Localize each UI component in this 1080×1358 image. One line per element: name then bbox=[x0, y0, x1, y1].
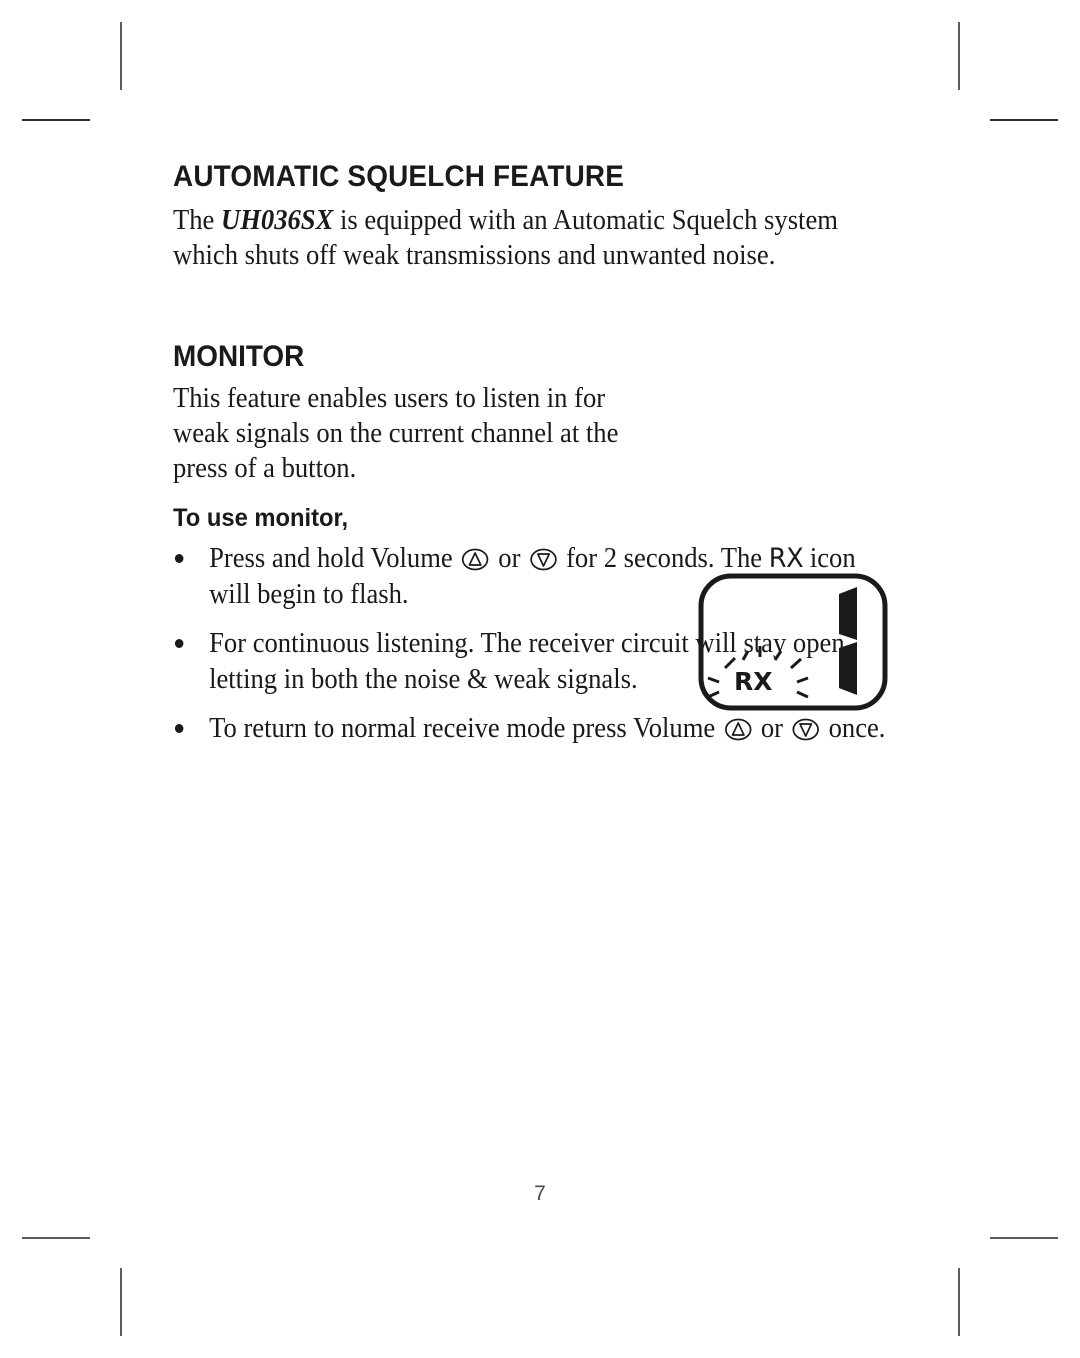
crop-mark-top-left-vertical bbox=[120, 22, 122, 90]
step-3-text-part1: To return to normal receive mode press V… bbox=[209, 712, 722, 744]
crop-mark-bottom-right-horizontal bbox=[990, 1237, 1058, 1239]
monitor-description: This feature enables users to listen in … bbox=[173, 382, 619, 485]
section-monitor: MONITOR This feature enables users to li… bbox=[173, 340, 933, 747]
subheading-to-use-monitor: To use monitor, bbox=[173, 504, 349, 533]
volume-down-key-icon bbox=[529, 548, 558, 571]
bullet-icon bbox=[174, 723, 184, 733]
heading-monitor: MONITOR bbox=[173, 339, 305, 373]
rx-wordmark: RX bbox=[768, 543, 804, 575]
heading-automatic-squelch-feature: AUTOMATIC SQUELCH FEATURE bbox=[173, 160, 625, 193]
section-automatic-squelch: AUTOMATIC SQUELCH FEATURE The UH036SX is… bbox=[173, 160, 933, 274]
step-1-text-part1: Press and hold Volume bbox=[209, 543, 460, 575]
squelch-text-lead: The bbox=[173, 205, 222, 236]
list-item: Press and hold Volume or for 2 seconds. … bbox=[173, 541, 895, 613]
crop-mark-top-right-horizontal bbox=[990, 119, 1058, 121]
list-item: To return to normal receive mode press V… bbox=[173, 711, 895, 747]
model-name-uh036sx: UH036SX bbox=[221, 205, 334, 236]
step-1-text-mid1: or bbox=[491, 543, 528, 575]
crop-mark-top-left-horizontal bbox=[22, 119, 90, 121]
list-item: For continuous listening. The receiver c… bbox=[173, 626, 895, 698]
step-3-text-part2: once. bbox=[821, 712, 886, 744]
squelch-description: The UH036SX is equipped with an Automati… bbox=[173, 203, 895, 274]
volume-down-key-icon bbox=[792, 718, 821, 741]
bullet-icon bbox=[174, 554, 184, 564]
crop-mark-bottom-right-vertical bbox=[958, 1268, 960, 1336]
crop-mark-top-right-vertical bbox=[958, 22, 960, 90]
step-3-text-mid1: or bbox=[754, 712, 790, 744]
page-number: 7 bbox=[534, 1182, 546, 1205]
page-content: AUTOMATIC SQUELCH FEATURE The UH036SX is… bbox=[173, 160, 933, 759]
crop-mark-bottom-left-horizontal bbox=[22, 1237, 90, 1239]
bullet-icon bbox=[174, 638, 184, 648]
crop-mark-bottom-left-vertical bbox=[120, 1268, 122, 1336]
step-1-text-mid2: for 2 seconds. The bbox=[559, 543, 769, 575]
volume-up-key-icon bbox=[461, 548, 490, 571]
step-2-text: For continuous listening. The receiver c… bbox=[209, 627, 852, 695]
monitor-steps-list: Press and hold Volume or for 2 seconds. … bbox=[173, 541, 933, 746]
volume-up-key-icon bbox=[724, 718, 753, 741]
